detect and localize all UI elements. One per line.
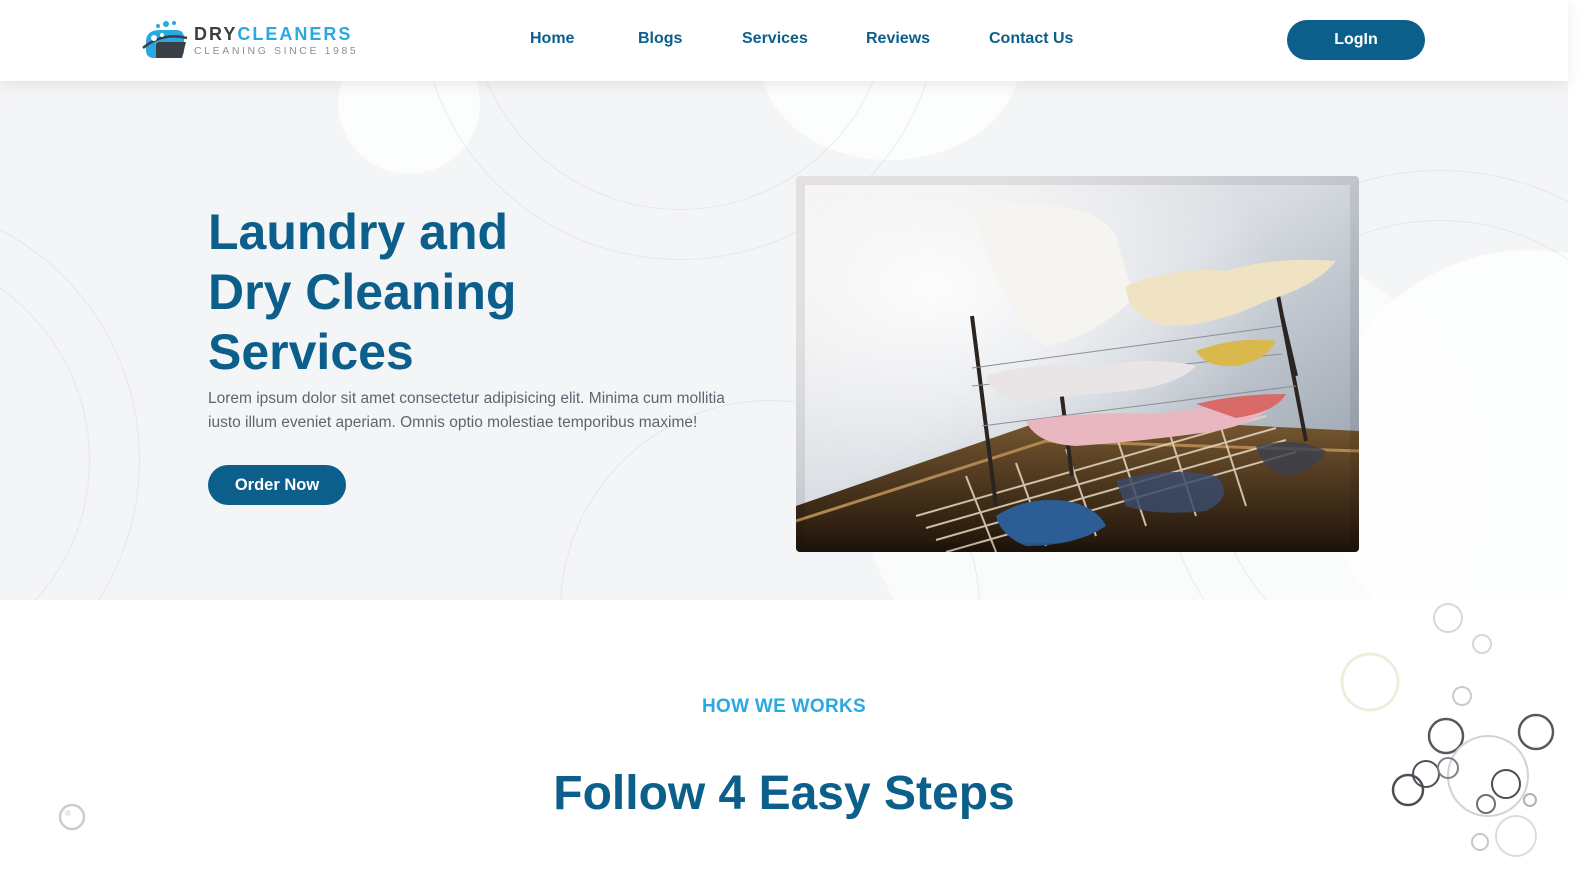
hero-title-line: Services bbox=[208, 324, 414, 380]
soap-bubbles-icon bbox=[1340, 603, 1555, 857]
nav-reviews[interactable]: Reviews bbox=[866, 30, 930, 48]
nav-home[interactable]: Home bbox=[530, 30, 574, 48]
soap-bubble-icon bbox=[58, 803, 86, 831]
laundry-photo-icon bbox=[796, 176, 1359, 552]
nav-services[interactable]: Services bbox=[742, 30, 808, 48]
login-button[interactable]: LogIn bbox=[1287, 20, 1425, 60]
hero-title-line: Dry Cleaning bbox=[208, 264, 517, 320]
site-header: DRYCLEANERS CLEANING SINCE 1985 Home Blo… bbox=[0, 0, 1568, 81]
nav-blogs[interactable]: Blogs bbox=[638, 30, 682, 48]
laundry-photo bbox=[796, 176, 1359, 552]
order-now-button[interactable]: Order Now bbox=[208, 465, 346, 505]
nav-contact-us[interactable]: Contact Us bbox=[989, 30, 1073, 48]
hero-description: Lorem ipsum dolor sit amet consectetur a… bbox=[208, 390, 725, 431]
hero-title: Laundry and Dry Cleaning Services bbox=[208, 202, 728, 382]
hero-title-line: Laundry and bbox=[208, 204, 509, 260]
